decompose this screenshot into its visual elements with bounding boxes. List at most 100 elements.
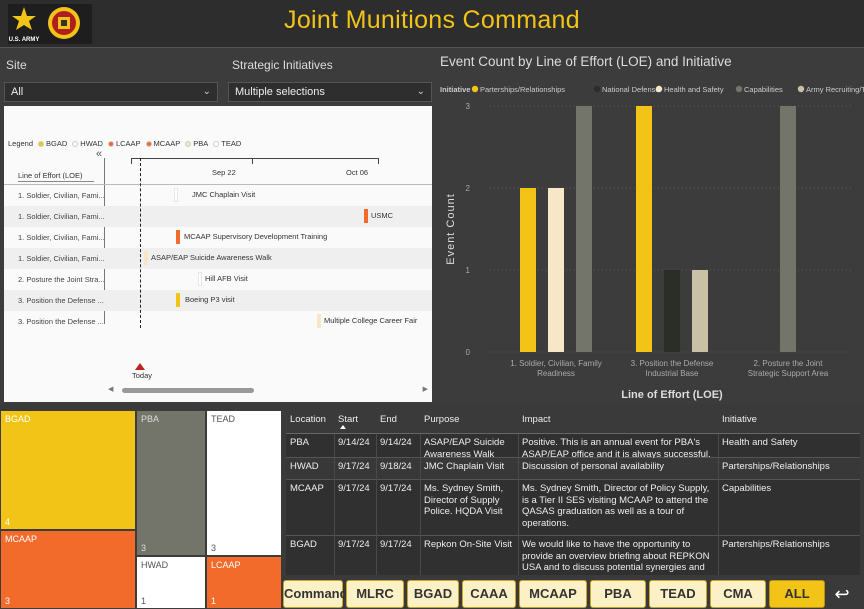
chart-legend-swatch	[471, 85, 479, 93]
gantt-rows: 1. Soldier, Civilian, Fami... JMC Chaplai…	[4, 185, 432, 335]
table-row[interactable]: MCAAP 9/17/24 9/17/24 Ms. Sydney Smith, Dir…	[286, 480, 860, 536]
column-header[interactable]: Start	[338, 414, 378, 426]
today-line	[140, 158, 141, 328]
gantt-event-bar[interactable]	[174, 188, 178, 202]
table-row[interactable]: PBA 9/14/24 9/14/24 ASAP/EAP Suicide Awaren…	[286, 434, 860, 460]
table-cell-end: 9/17/24	[380, 483, 412, 494]
loe-header: Line of Effort (LOE)	[18, 171, 83, 180]
nav-button-mcaap[interactable]: MCAAP	[519, 580, 587, 608]
gantt-row[interactable]: 3. Position the Defense ... Multiple Coll…	[4, 311, 432, 332]
y-tick-label: 3	[466, 102, 471, 111]
column-header[interactable]: Initiative	[722, 414, 858, 426]
treemap-tile[interactable]: MCAAP 3	[0, 530, 136, 609]
gantt-row[interactable]: 1. Soldier, Civilian, Fami... JMC Chaplai…	[4, 185, 432, 206]
sort-ascending-icon[interactable]	[340, 425, 346, 429]
legend-item: MCAAP	[153, 139, 181, 148]
legend-swatch	[107, 140, 114, 147]
table-cell-purpose: Repkon On-Site Visit	[424, 539, 513, 550]
gantt-row[interactable]: 2. Posture the Joint Stra... Hill AFB Vis…	[4, 269, 432, 290]
bar	[548, 188, 564, 352]
treemap-tile[interactable]: BGAD 4	[0, 410, 136, 530]
gantt-event-label: Hill AFB Visit	[205, 274, 248, 283]
initiatives-label: Strategic Initiatives	[232, 58, 333, 72]
nav-button-mlrc[interactable]: MLRC	[346, 580, 404, 608]
gantt-row-label: 1. Soldier, Civilian, Fami...	[18, 254, 105, 263]
horizontal-scrollbar[interactable]: ◀ ▶	[108, 385, 428, 394]
x-tick-label: 3. Position the Defense	[631, 359, 714, 368]
column-divider	[334, 434, 335, 575]
initiatives-dropdown[interactable]: Multiple selections ⌄	[228, 82, 432, 102]
gantt-event-label: JMC Chaplain Visit	[192, 190, 256, 199]
x-axis-label: Line of Effort (LOE)	[621, 389, 723, 401]
column-divider	[376, 434, 377, 575]
nav-button-tead[interactable]: TEAD	[649, 580, 707, 608]
nav-button-bgad[interactable]: BGAD	[407, 580, 459, 608]
column-divider	[718, 434, 719, 575]
bar	[780, 106, 796, 352]
nav-button-cma[interactable]: CMA	[710, 580, 766, 608]
table-row[interactable]: HWAD 9/17/24 9/18/24 JMC Chaplain Visit Disc…	[286, 458, 860, 480]
legend-item: LCAAP	[115, 139, 141, 148]
chart-legend-item: National Defense	[602, 85, 660, 94]
treemap-tile[interactable]: LCAAP 1	[206, 556, 282, 609]
treemap-tile-value: 3	[5, 596, 11, 606]
bar-chart: Initiative Parterships/Relationships Natio…	[440, 85, 864, 401]
gantt-event-bar[interactable]	[144, 251, 148, 265]
column-header[interactable]: Impact	[522, 414, 718, 426]
gantt-row[interactable]: 1. Soldier, Civilian, Fami... USMC	[4, 206, 432, 227]
x-tick-label: Industrial Base	[646, 369, 699, 378]
column-divider	[420, 434, 421, 575]
column-divider	[518, 434, 519, 575]
gantt-row[interactable]: 1. Soldier, Civilian, Fami... MCAAP Super…	[4, 227, 432, 248]
nav-button-caaa[interactable]: CAAA	[462, 580, 516, 608]
gantt-row[interactable]: 3. Position the Defense ... Boeing P3 vis…	[4, 290, 432, 311]
treemap-tile[interactable]: HWAD 1	[136, 556, 206, 609]
table-cell-impact: We would like to have the opportunity to…	[522, 539, 710, 573]
legend-swatch	[72, 140, 79, 147]
y-tick-label: 0	[466, 348, 471, 357]
table-cell-end: 9/14/24	[380, 437, 412, 448]
gantt-event-label: Multiple College Career Fair	[324, 316, 418, 325]
table-cell-initiative: Capabilities	[722, 483, 772, 494]
gantt-event-label: Boeing P3 visit	[185, 295, 235, 304]
gantt-row-label: 3. Position the Defense ...	[18, 296, 104, 305]
nav-button-command[interactable]: Command	[283, 580, 348, 608]
table-cell-start: 9/17/24	[338, 483, 370, 494]
chart-title: Event Count by Line of Effort (LOE) and …	[440, 54, 732, 69]
treemap-tile-label: LCAAP	[211, 560, 241, 570]
treemap-tile[interactable]: PBA 3	[136, 410, 206, 556]
treemap-tile-label: MCAAP	[5, 534, 38, 544]
site-dropdown[interactable]: All ⌄	[4, 82, 218, 102]
date-tick-label: Sep 22	[212, 168, 236, 177]
gantt-row-label: 1. Soldier, Civilian, Fami...	[18, 212, 105, 221]
axis-tick	[252, 158, 253, 164]
x-tick-label: Strategic Support Area	[748, 369, 829, 378]
table-row[interactable]: BGAD 9/17/24 9/17/24 Repkon On-Site Visit We…	[286, 536, 860, 575]
nav-button-all[interactable]: ALL	[769, 580, 825, 608]
chart-legend-item: Parterships/Relationships	[480, 85, 565, 94]
treemap-tile[interactable]: TEAD 3	[206, 410, 282, 556]
gantt-row-label: 3. Position the Defense ...	[18, 317, 104, 326]
legend-swatch	[145, 140, 152, 147]
gantt-event-bar[interactable]	[317, 314, 321, 328]
gantt-event-bar[interactable]	[198, 272, 202, 286]
collapse-icon[interactable]: «	[96, 148, 102, 160]
app-header: U.S. ARMY Joint Munitions Command	[0, 0, 864, 48]
back-icon[interactable]: ↩	[830, 582, 854, 606]
scrollbar-thumb[interactable]	[122, 388, 254, 393]
gantt-event-bar[interactable]	[176, 230, 180, 244]
gantt-event-bar[interactable]	[176, 293, 180, 307]
column-header[interactable]: Purpose	[424, 414, 518, 426]
nav-button-pba[interactable]: PBA	[590, 580, 646, 608]
scroll-right-icon[interactable]: ▶	[423, 385, 428, 393]
gantt-event-bar[interactable]	[364, 209, 368, 223]
column-header[interactable]: End	[380, 414, 422, 426]
timeline-axis	[131, 158, 379, 159]
column-header[interactable]: Location	[290, 414, 336, 426]
scroll-left-icon[interactable]: ◀	[108, 385, 113, 393]
legend-swatch	[213, 140, 220, 147]
gantt-row[interactable]: 1. Soldier, Civilian, Fami... ASAP/EAP Su…	[4, 248, 432, 269]
x-tick-label: 2. Posture the Joint	[754, 359, 824, 368]
x-tick-label: Readiness	[537, 369, 575, 378]
legend-swatch	[38, 140, 45, 147]
